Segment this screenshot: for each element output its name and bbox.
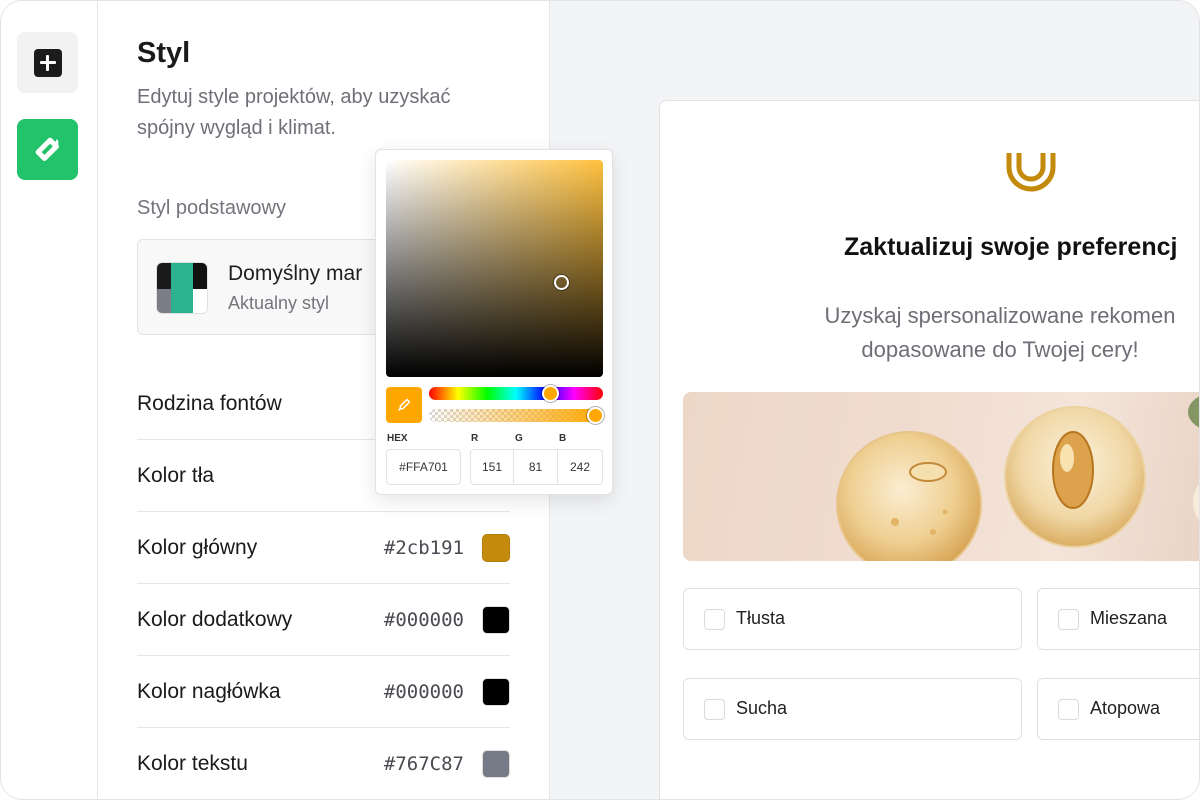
checkbox[interactable]: [1058, 699, 1079, 720]
hue-slider[interactable]: [429, 385, 603, 402]
checkbox[interactable]: [704, 699, 725, 720]
color-swatch[interactable]: [482, 605, 510, 634]
app-window: Styl Edytuj style projektów, aby uzyskać…: [0, 0, 1200, 800]
paint-bucket-icon: [35, 137, 59, 161]
preview-subtitle-line: Uzyskaj spersonalizowane rekomen: [824, 303, 1176, 328]
color-hex-value[interactable]: #2cb191: [384, 537, 464, 559]
preview-title: Zaktualizuj swoje preferencj: [844, 233, 1178, 261]
b-input[interactable]: 242: [557, 449, 603, 485]
row-label: Kolor dodatkowy: [137, 607, 293, 631]
product-image: [683, 392, 1199, 561]
eyedropper-button[interactable]: [386, 387, 422, 423]
option-label: Mieszana: [1090, 608, 1168, 628]
option-oily[interactable]: Tłusta: [683, 588, 1022, 650]
row-label: Kolor tła: [137, 463, 215, 487]
survey-preview: Zaktualizuj swoje preferencj Uzyskaj spe…: [659, 100, 1199, 799]
checkbox[interactable]: [1058, 609, 1079, 630]
saturation-handle[interactable]: [554, 275, 569, 290]
color-swatch[interactable]: [482, 750, 510, 778]
option-label: Tłusta: [736, 608, 786, 628]
hue-slider-thumb[interactable]: [542, 385, 559, 402]
plus-square-icon: [33, 48, 62, 77]
color-hex-value[interactable]: #000000: [384, 609, 464, 631]
color-swatch[interactable]: [482, 533, 510, 562]
r-label: R: [471, 433, 479, 444]
saturation-value-area[interactable]: [386, 160, 603, 377]
checkbox[interactable]: [704, 609, 725, 630]
option-dry[interactable]: Sucha: [683, 678, 1022, 740]
color-hex-value[interactable]: #767C87: [384, 753, 464, 775]
style-swatch: [156, 262, 208, 314]
style-button[interactable]: [17, 119, 78, 180]
add-button[interactable]: [17, 32, 78, 93]
color-swatch[interactable]: [482, 677, 510, 706]
option-label: Sucha: [736, 698, 788, 718]
panel-title: Styl: [137, 37, 191, 69]
preview-canvas: Zaktualizuj swoje preferencj Uzyskaj spe…: [550, 1, 1199, 799]
option-label: Atopowa: [1090, 698, 1161, 718]
row-text-color[interactable]: Kolor tekstu #767C87: [137, 728, 510, 799]
option-combination[interactable]: Mieszana: [1037, 588, 1199, 650]
style-subtitle: Aktualny styl: [228, 293, 330, 313]
alpha-slider-thumb[interactable]: [587, 407, 604, 424]
row-label: Rodzina fontów: [137, 391, 282, 415]
row-secondary-color[interactable]: Kolor dodatkowy #000000: [137, 584, 510, 656]
brand-logo-icon: [1006, 153, 1056, 192]
alpha-slider[interactable]: [429, 409, 603, 422]
preview-subtitle-line: dopasowane do Twojej cery!: [861, 337, 1139, 362]
g-input[interactable]: 81: [513, 449, 558, 485]
row-primary-color[interactable]: Kolor główny #2cb191: [137, 512, 510, 584]
row-heading-color[interactable]: Kolor nagłówka #000000: [137, 656, 510, 728]
preview-subtitle: Uzyskaj spersonalizowane rekomen dopasow…: [780, 299, 1199, 367]
hex-input[interactable]: #FFA701: [386, 449, 461, 485]
tool-rail: [1, 1, 98, 799]
b-label: B: [559, 433, 567, 444]
style-name: Domyślny mar: [228, 262, 363, 285]
g-label: G: [515, 433, 523, 444]
eyedropper-icon: [397, 398, 411, 412]
oil-drops-illustration: [836, 396, 1199, 561]
row-label: Kolor nagłówka: [137, 679, 281, 703]
color-hex-value[interactable]: #000000: [384, 681, 464, 703]
row-label: Kolor tekstu: [137, 752, 248, 775]
base-style-label: Styl podstawowy: [137, 197, 286, 219]
option-atopic[interactable]: Atopowa: [1037, 678, 1199, 740]
r-input[interactable]: 151: [470, 449, 514, 485]
panel-description: Edytuj style projektów, aby uzyskać spój…: [137, 86, 451, 139]
row-label: Kolor główny: [137, 535, 258, 559]
hex-label: HEX: [387, 433, 408, 444]
color-picker: HEX R G B #FFA701 151 81 242: [375, 149, 613, 495]
